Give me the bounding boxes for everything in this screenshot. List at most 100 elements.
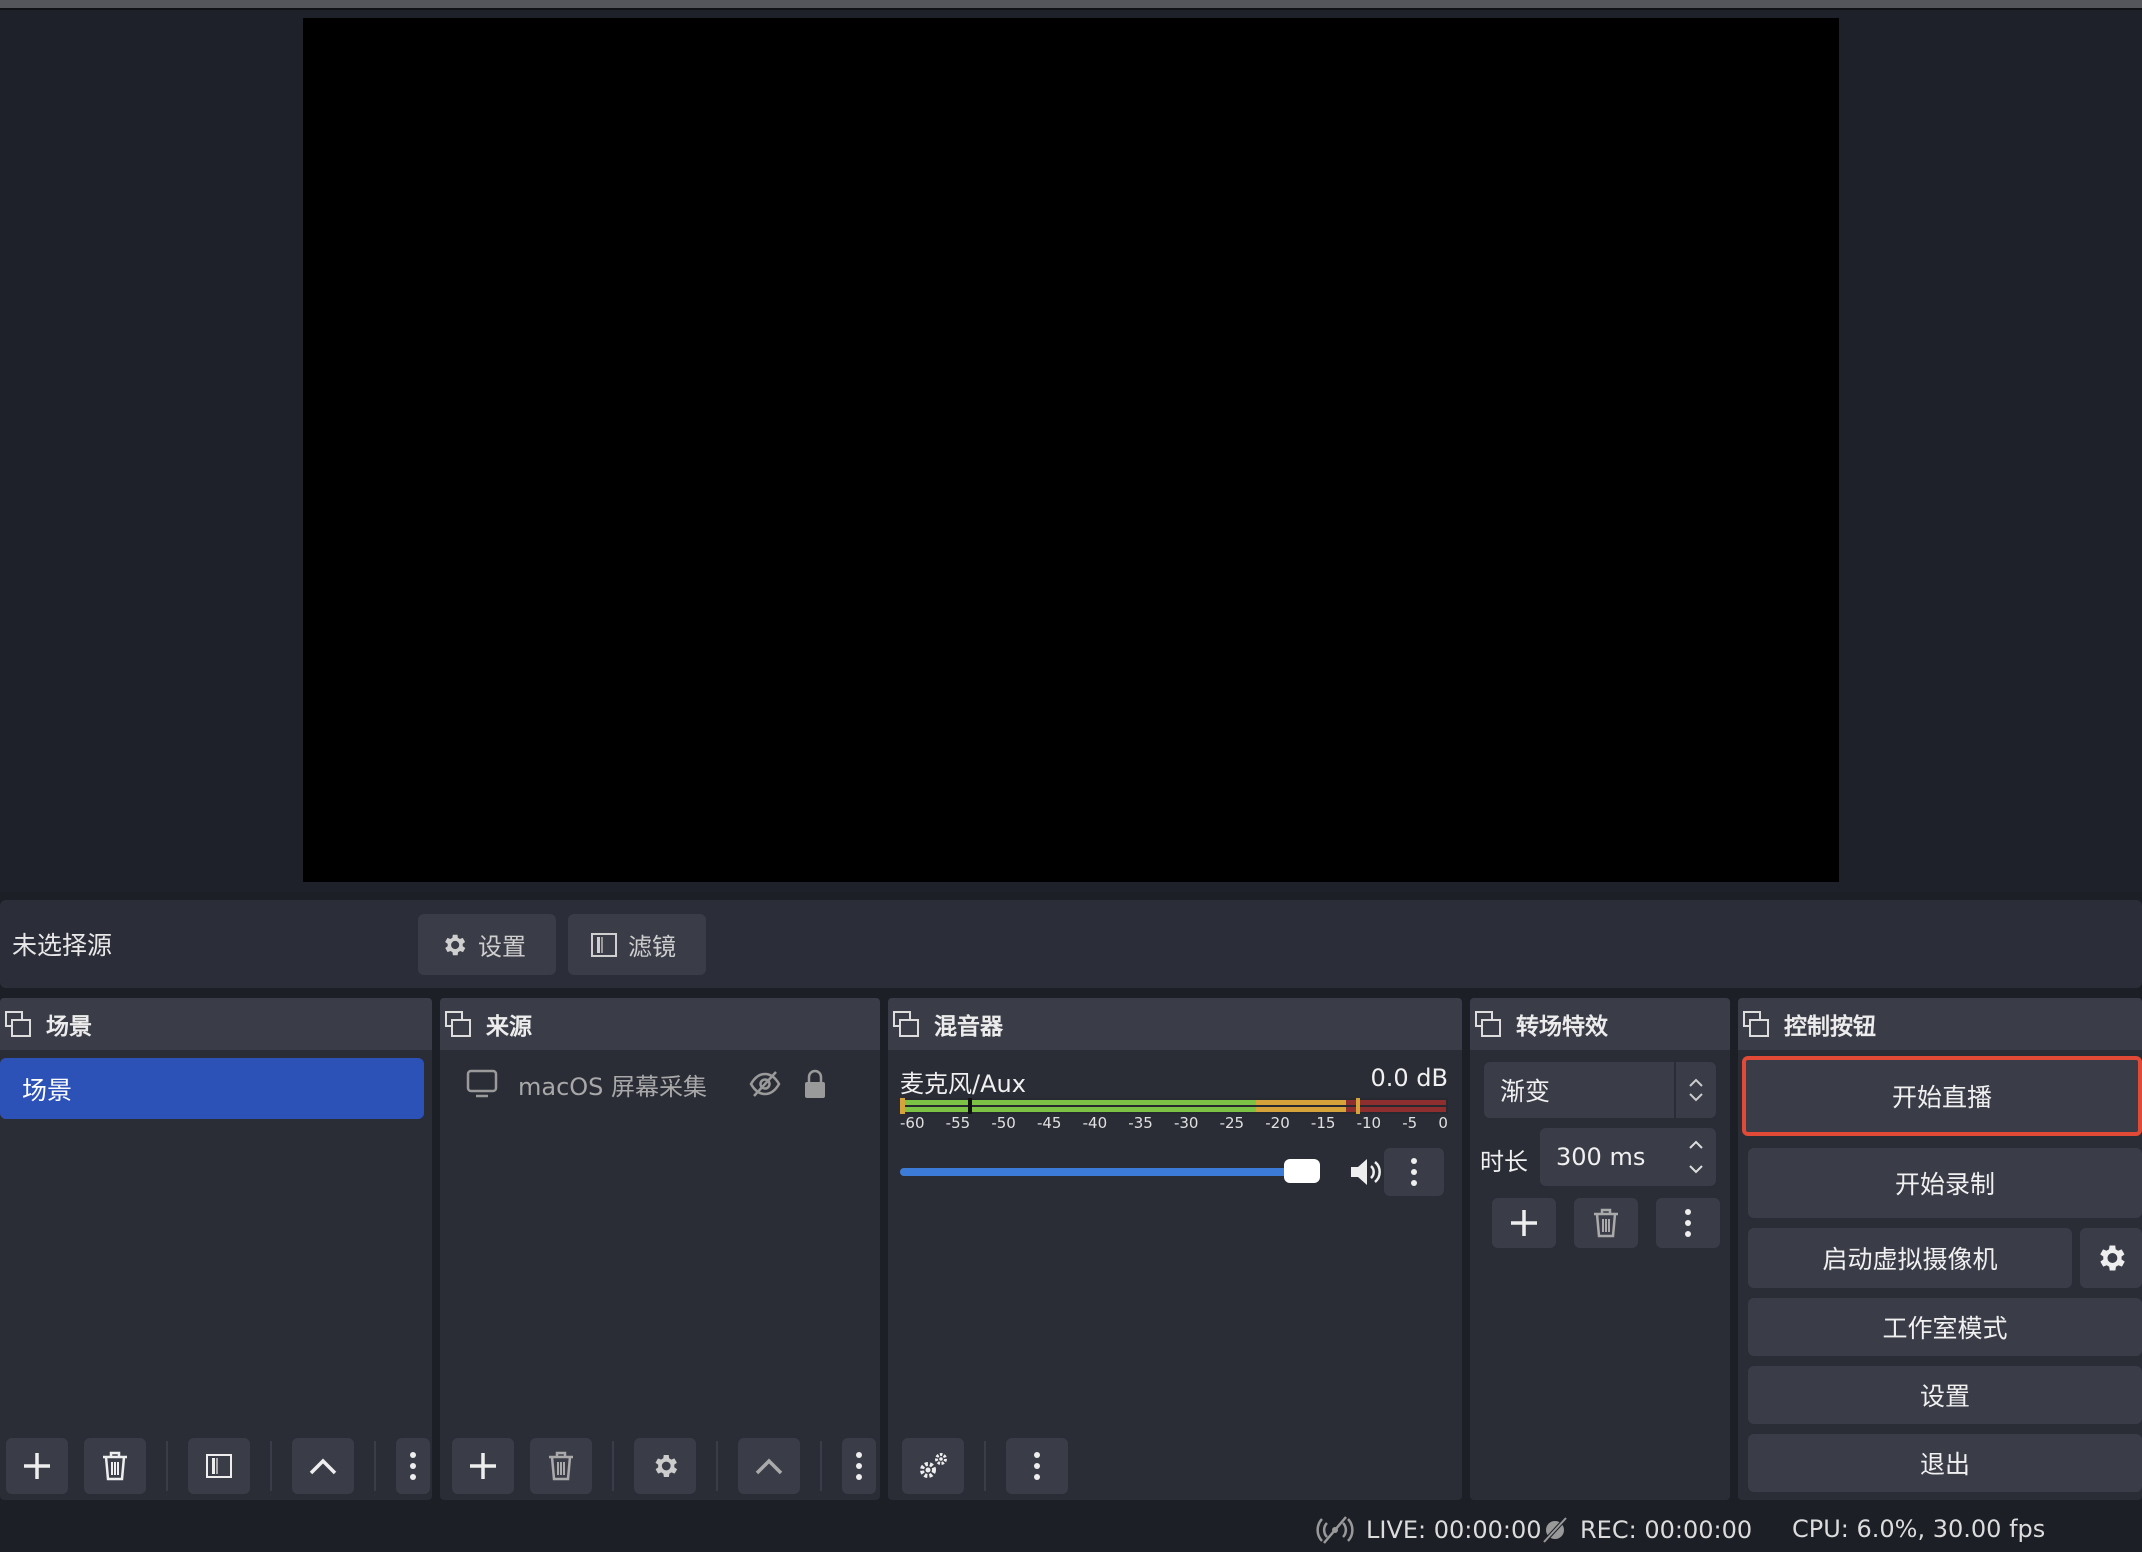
meter-tick: -50 (991, 1114, 1016, 1132)
mixer-dock: 混音器 麦克风/Aux 0.0 dB -60 -55 -50 -45 -40 -… (888, 998, 1462, 1500)
live-time: LIVE: 00:00:00 (1366, 1516, 1542, 1544)
transition-select-value: 渐变 (1500, 1077, 1551, 1106)
mixer-channel-menu-button[interactable] (1384, 1148, 1444, 1196)
more-vertical-icon (410, 1452, 416, 1480)
advanced-audio-button[interactable] (902, 1438, 964, 1494)
move-source-up-button[interactable] (738, 1438, 800, 1494)
scenes-toolbar (6, 1438, 430, 1494)
rec-status: REC: 00:00:00 (1540, 1515, 1752, 1545)
chevron-updown-icon (1689, 1078, 1703, 1102)
more-vertical-icon (1411, 1158, 1417, 1186)
meter-tick: -45 (1036, 1114, 1062, 1132)
remove-source-button[interactable] (530, 1438, 592, 1494)
remove-scene-button[interactable] (84, 1438, 146, 1494)
transition-select[interactable]: 渐变 (1484, 1062, 1716, 1118)
virtual-camera-settings-button[interactable] (2080, 1228, 2142, 1288)
exit-label: 退出 (1919, 1450, 1970, 1479)
no-source-label: 未选择源 (12, 931, 113, 960)
start-streaming-button[interactable]: 开始直播 (1742, 1056, 2142, 1136)
controls-dock: 控制按钮 开始直播 开始录制 启动虚拟摄像机 工作室模式 设置 退出 (1738, 998, 2142, 1500)
monitor-icon (466, 1069, 498, 1098)
add-scene-button[interactable] (6, 1438, 68, 1494)
volume-slider-thumb[interactable] (1284, 1159, 1320, 1183)
source-item[interactable]: macOS 屏幕采集 (466, 1064, 866, 1104)
transitions-dock-title: 转场特效 (1516, 1014, 1608, 1040)
gear-icon (2100, 1245, 2125, 1271)
source-properties-label: 设置 (478, 933, 526, 961)
meter-tick: -20 (1265, 1114, 1290, 1132)
meter-tick: -15 (1310, 1114, 1336, 1132)
duration-spinbox[interactable]: 300 ms (1540, 1128, 1716, 1186)
filter-icon (591, 932, 617, 957)
add-transition-button[interactable] (1492, 1198, 1556, 1248)
record-offline-icon (1542, 1516, 1568, 1544)
studio-mode-button[interactable]: 工作室模式 (1748, 1298, 2142, 1356)
more-vertical-icon (1034, 1452, 1040, 1480)
controls-dock-title: 控制按钮 (1784, 1014, 1876, 1040)
start-streaming-label: 开始直播 (1891, 1083, 1992, 1112)
meter-tick: -40 (1082, 1114, 1108, 1132)
move-scene-up-button[interactable] (292, 1438, 354, 1494)
window-top-strip (0, 0, 2142, 8)
source-toolbar (0, 900, 2142, 988)
source-filters-label: 滤镜 (628, 933, 676, 961)
chevron-up-icon (309, 1458, 337, 1475)
transitions-dock: 转场特效 渐变 时长 300 ms (1470, 998, 1730, 1500)
spinbox-arrows-icon[interactable] (1676, 1132, 1716, 1182)
start-virtual-camera-button[interactable]: 启动虚拟摄像机 (1748, 1228, 2072, 1288)
mixer-channel-name: 麦克风/Aux (900, 1070, 1026, 1098)
plus-icon (470, 1453, 496, 1479)
start-recording-label: 开始录制 (1894, 1170, 1995, 1199)
gears-icon (920, 1453, 947, 1478)
toolbar-separator (716, 1441, 718, 1491)
source-properties-button[interactable]: 设置 (418, 914, 556, 975)
scene-filters-button[interactable] (188, 1438, 250, 1494)
rec-time: REC: 00:00:00 (1580, 1516, 1753, 1544)
mixer-channel-db: 0.0 dB (1370, 1064, 1449, 1092)
speaker-icon[interactable] (1348, 1156, 1384, 1188)
sources-dock-title: 来源 (486, 1014, 532, 1040)
meter-scale: -60 -55 -50 -45 -40 -35 -30 -25 -20 -15 … (900, 1114, 1448, 1146)
sources-dock-header: 来源 (440, 998, 880, 1050)
mixer-toolbar (902, 1438, 1068, 1494)
source-filters-button[interactable]: 滤镜 (568, 914, 706, 975)
scene-item-label: 场景 (22, 1075, 73, 1105)
toolbar-separator (984, 1441, 986, 1491)
start-recording-button[interactable]: 开始录制 (1748, 1148, 2142, 1218)
scene-menu-button[interactable] (396, 1438, 430, 1494)
cpu-status: CPU: 6.0%, 30.00 fps (1792, 1515, 2046, 1543)
source-menu-button[interactable] (842, 1438, 876, 1494)
toolbar-separator (374, 1441, 376, 1491)
scene-item[interactable]: 场景 (0, 1058, 424, 1119)
mixer-dock-title: 混音器 (934, 1014, 1003, 1040)
live-status: LIVE: 00:00:00 (1314, 1515, 1542, 1545)
filter-icon (206, 1454, 232, 1478)
lock-icon[interactable] (802, 1068, 828, 1100)
add-source-button[interactable] (452, 1438, 514, 1494)
more-vertical-icon (1685, 1209, 1691, 1237)
meter-tick: -35 (1128, 1114, 1153, 1132)
dock-float-icon[interactable] (444, 1010, 472, 1038)
duration-value: 300 ms (1556, 1143, 1646, 1171)
mixer-menu-button[interactable] (1006, 1438, 1068, 1494)
transition-menu-button[interactable] (1656, 1198, 1720, 1248)
preview-canvas[interactable] (303, 18, 1839, 882)
source-properties-toolbar-button[interactable] (634, 1438, 696, 1494)
dock-float-icon[interactable] (1474, 1010, 1502, 1038)
dock-float-icon[interactable] (4, 1010, 32, 1038)
toolbar-separator (612, 1441, 614, 1491)
stream-offline-icon (1316, 1516, 1354, 1544)
dock-float-icon[interactable] (892, 1010, 920, 1038)
volume-meter (900, 1098, 1448, 1114)
volume-slider-track[interactable] (900, 1159, 1320, 1183)
toolbar-separator (820, 1441, 822, 1491)
remove-transition-button[interactable] (1574, 1198, 1638, 1248)
transitions-toolbar (1492, 1198, 1720, 1248)
eye-hidden-icon[interactable] (748, 1069, 782, 1099)
volume-slider-fill (900, 1168, 1320, 1176)
scenes-dock-title: 场景 (46, 1014, 92, 1040)
scenes-dock: 场景 场景 (0, 998, 432, 1500)
dock-float-icon[interactable] (1742, 1010, 1770, 1038)
settings-button[interactable]: 设置 (1748, 1366, 2142, 1424)
exit-button[interactable]: 退出 (1748, 1434, 2142, 1492)
